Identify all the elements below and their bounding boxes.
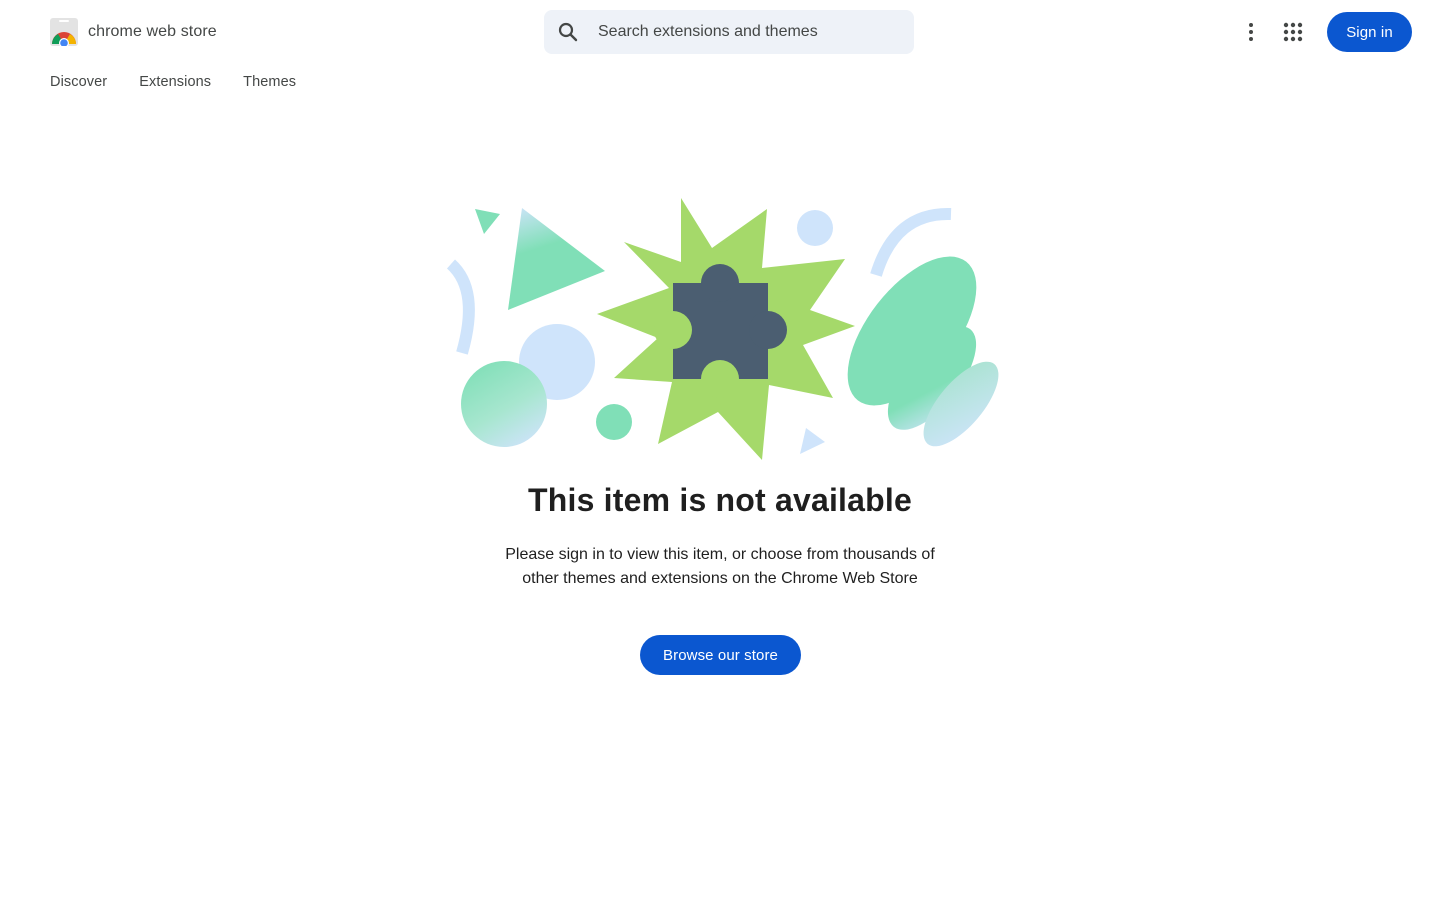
search-input[interactable]	[596, 22, 896, 42]
nav-item-discover[interactable]: Discover	[50, 74, 107, 90]
browse-store-button[interactable]: Browse our store	[640, 635, 801, 675]
chrome-web-store-logo-icon	[50, 18, 78, 46]
decor-circle-gradient	[461, 361, 547, 447]
nav-item-themes[interactable]: Themes	[243, 74, 296, 90]
more-options-button[interactable]	[1231, 12, 1271, 52]
decor-big-triangle	[508, 208, 605, 310]
header: chrome web store Sign in	[0, 0, 1440, 64]
page-title: This item is not available	[528, 482, 912, 518]
not-available-illustration	[446, 198, 999, 460]
apps-grid-icon	[1283, 22, 1303, 42]
decor-small-triangle	[475, 209, 500, 234]
decor-circle-small-mint	[596, 404, 632, 440]
sign-in-button[interactable]: Sign in	[1327, 12, 1412, 52]
search-icon[interactable]	[556, 20, 580, 44]
google-apps-button[interactable]	[1273, 12, 1313, 52]
more-vert-icon	[1249, 23, 1253, 41]
decor-circle-top	[797, 210, 833, 246]
brand-name: chrome web store	[88, 23, 217, 40]
page-description: Please sign in to view this item, or cho…	[505, 546, 935, 587]
main-nav: Discover Extensions Themes	[50, 70, 328, 94]
decor-left-arc	[446, 259, 475, 355]
decor-triangle-bottom	[800, 428, 825, 454]
brand-link[interactable]: chrome web store	[50, 18, 217, 46]
search-box[interactable]	[544, 10, 914, 54]
nav-item-extensions[interactable]: Extensions	[139, 74, 211, 90]
